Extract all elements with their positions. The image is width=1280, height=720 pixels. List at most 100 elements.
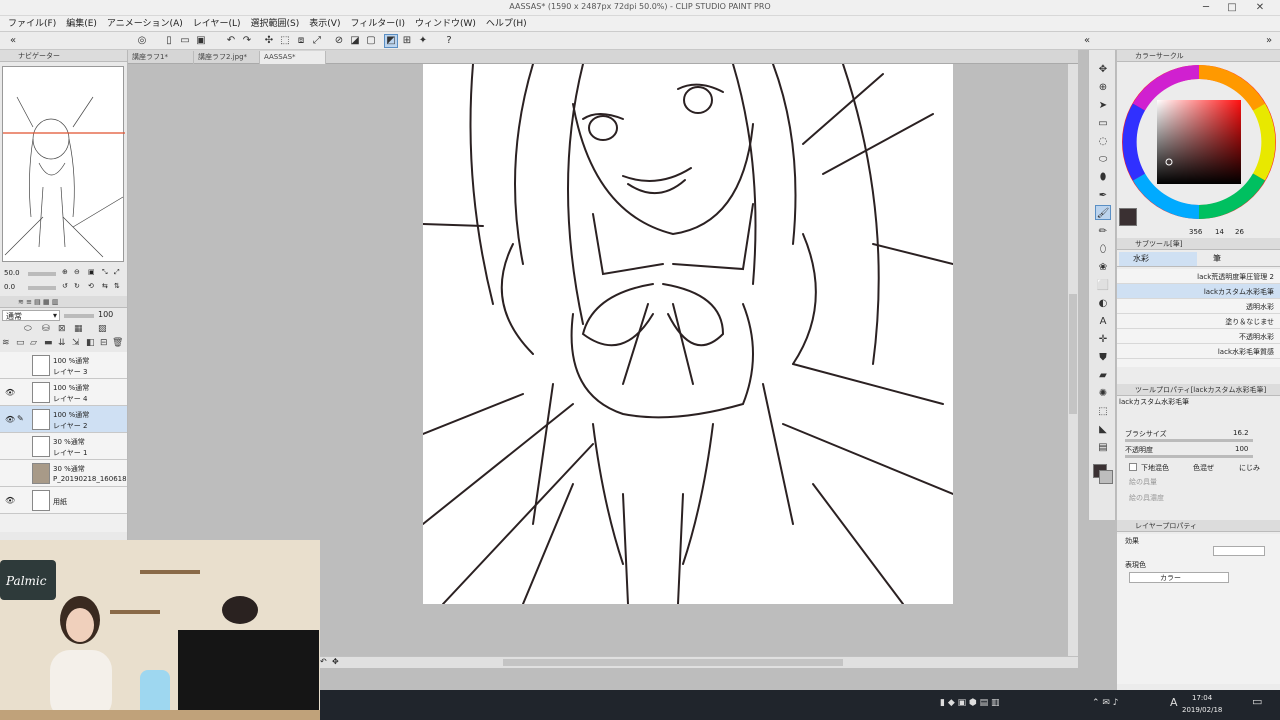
menu-layer[interactable]: レイヤー(L) — [193, 16, 241, 31]
clock-date[interactable]: 2019/02/18 — [1182, 706, 1222, 714]
brush-tool-icon[interactable]: 🖌 — [1095, 205, 1111, 220]
move-tool-icon[interactable]: ➤ — [1095, 98, 1111, 113]
tray-icons[interactable]: ▮ ◆ ▣ ⬢ ▤ ▥ — [940, 698, 1000, 708]
operation-tool-icon[interactable]: ✛ — [1095, 332, 1111, 347]
current-color-swatch[interactable] — [1119, 208, 1137, 226]
brush-item[interactable]: 塗り＆なじませ — [1117, 314, 1280, 329]
menu-file[interactable]: ファイル(F) — [8, 16, 56, 31]
clip-studio-icon[interactable]: ◎ — [135, 34, 149, 48]
tab-lesson-rough-1[interactable]: 講座ラフ1* — [128, 51, 194, 64]
rotate-right-icon[interactable]: ↻ — [74, 282, 80, 290]
new-vector-layer-icon[interactable]: ▱ — [30, 338, 37, 348]
lasso-tool-icon[interactable]: ◌ — [1095, 134, 1111, 149]
horizontal-scroll-thumb[interactable] — [503, 659, 843, 666]
expand-right-icon[interactable]: » — [1262, 34, 1276, 48]
undo-icon[interactable]: ↶ — [224, 34, 238, 48]
text-tool-icon[interactable]: A — [1095, 314, 1111, 329]
mask-toggle-icon[interactable]: ▨ — [98, 324, 107, 334]
snap-perspective-icon[interactable]: ✦ — [416, 34, 430, 48]
airbrush-tool-icon[interactable]: ⬯ — [1095, 242, 1111, 257]
layer-list-icon[interactable]: ≋ — [2, 338, 10, 348]
underlay-checkbox[interactable] — [1129, 463, 1137, 471]
fill-tool-icon[interactable]: ⛊ — [1095, 350, 1111, 365]
navigate-icon[interactable]: ✥ — [332, 657, 339, 666]
eye-icon[interactable]: 👁 — [5, 415, 15, 424]
new-folder-icon[interactable]: ▬ — [44, 338, 53, 348]
figure-tool-icon[interactable]: ✺ — [1095, 386, 1111, 401]
blur-option[interactable]: にじみ — [1239, 463, 1260, 473]
brush-size-value[interactable]: 16.2 — [1233, 429, 1249, 437]
blend-tool-icon[interactable]: ◐ — [1095, 296, 1111, 311]
fit-screen-icon[interactable]: ▣ — [88, 268, 95, 276]
clip-lower-icon[interactable]: ⬭ — [24, 324, 32, 334]
magnify-tool-icon[interactable]: ⊕ — [1095, 80, 1111, 95]
collapse-right-icon[interactable]: « — [1080, 34, 1094, 48]
layer-row[interactable]: 30 %通常 レイヤー 1 — [0, 433, 127, 460]
tab-lesson-rough-2[interactable]: 講座ラフ2.jpg* — [194, 51, 260, 64]
clear-icon[interactable]: ⊘ — [332, 34, 346, 48]
rect-select-tool-icon[interactable]: ▭ — [1095, 116, 1111, 131]
layer-row-selected[interactable]: 👁 ✎ 100 %通常 レイヤー 2 — [0, 406, 127, 433]
zoom-in-icon[interactable]: ⊕ — [62, 268, 68, 276]
eye-icon[interactable]: 👁 — [5, 496, 15, 505]
color-mix-option[interactable]: 色混ぜ — [1193, 463, 1214, 473]
zoom-value[interactable]: 50.0 — [4, 269, 20, 277]
delete-layer-icon[interactable]: 🗑 — [112, 338, 123, 348]
layer-mask-icon[interactable]: ◧ — [86, 338, 95, 348]
eyedropper-tool-icon[interactable]: ⬮ — [1095, 170, 1111, 185]
sub-color-swatch[interactable] — [1099, 470, 1113, 484]
rotate-canvas-icon[interactable]: ↶ — [320, 657, 327, 666]
layer-row-paper[interactable]: 👁 用紙 — [0, 487, 127, 514]
navigator-preview[interactable] — [2, 66, 125, 262]
rotate-left-icon[interactable]: ↺ — [62, 282, 68, 290]
menu-help[interactable]: ヘルプ(H) — [486, 16, 527, 31]
brush-item[interactable]: 不透明水彩 — [1117, 329, 1280, 344]
maximize-button[interactable]: □ — [1222, 1, 1242, 15]
deselect-icon[interactable]: ⬚ — [278, 34, 292, 48]
opacity-value[interactable]: 100 — [98, 310, 113, 319]
snap-ruler-icon[interactable]: ◩ — [384, 34, 398, 48]
tray-system-icons[interactable]: ⌃ ✉ ♪ — [1092, 698, 1119, 708]
redo-icon[interactable]: ↷ — [240, 34, 254, 48]
fit-icon[interactable]: ⤢ — [310, 34, 324, 48]
flip-horizontal-icon[interactable]: ⇆ — [102, 282, 108, 290]
gradient-tool-icon[interactable]: ▰ — [1095, 368, 1111, 383]
ruler-tool-icon[interactable]: ◣ — [1095, 422, 1111, 437]
vertical-scrollbar[interactable] — [1068, 64, 1078, 660]
pencil-tool-icon[interactable]: ✏ — [1095, 224, 1111, 239]
help-icon[interactable]: ? — [442, 34, 456, 48]
ruler-icon[interactable]: ⊟ — [100, 338, 108, 348]
snap-grid-icon[interactable]: ⊞ — [400, 34, 414, 48]
opacity-slider[interactable] — [64, 314, 94, 318]
save-icon[interactable]: ▣ — [194, 34, 208, 48]
invert-selection-icon[interactable]: ⧈ — [294, 34, 308, 48]
fill-icon[interactable]: ◪ — [348, 34, 362, 48]
rotate-value[interactable]: 0.0 — [4, 283, 15, 291]
open-file-icon[interactable]: ▭ — [178, 34, 192, 48]
reference-layer-icon[interactable]: ⛁ — [42, 324, 50, 334]
actual-size-icon[interactable]: ⤡ — [102, 268, 108, 277]
collapse-left-icon[interactable]: « — [6, 34, 20, 48]
reset-rotation-icon[interactable]: ⟲ — [88, 282, 94, 290]
brush-size-slider[interactable] — [1125, 439, 1253, 442]
notification-icon[interactable]: ▭ — [1252, 695, 1262, 708]
expression-color-select[interactable]: カラー — [1129, 572, 1229, 583]
blend-mode-select[interactable]: 通常 ▾ — [2, 310, 60, 321]
eraser-tool-icon[interactable]: ⬜ — [1095, 278, 1111, 293]
menu-edit[interactable]: 編集(E) — [66, 16, 97, 31]
layer-row[interactable]: 👁 100 %通常 レイヤー 4 — [0, 379, 127, 406]
effect-buttons[interactable] — [1213, 546, 1265, 556]
merge-down-icon[interactable]: ⇊ — [58, 338, 66, 348]
pen-tool-icon[interactable]: ✒ — [1095, 188, 1111, 203]
brush-opacity-slider[interactable] — [1125, 455, 1253, 458]
brush-item[interactable]: 透明水彩 — [1117, 299, 1280, 314]
fit-view-icon[interactable]: ⤢ — [114, 268, 120, 277]
menu-filter[interactable]: フィルター(I) — [350, 16, 405, 31]
decoration-tool-icon[interactable]: ❀ — [1095, 260, 1111, 275]
zoom-slider[interactable] — [28, 272, 56, 276]
ime-indicator[interactable]: A — [1170, 696, 1178, 709]
new-raster-layer-icon[interactable]: ▭ — [16, 338, 25, 348]
auto-select-tool-icon[interactable]: ⬭ — [1095, 152, 1111, 167]
transfer-icon[interactable]: ⇲ — [72, 338, 80, 348]
eye-icon[interactable]: 👁 — [5, 388, 15, 397]
